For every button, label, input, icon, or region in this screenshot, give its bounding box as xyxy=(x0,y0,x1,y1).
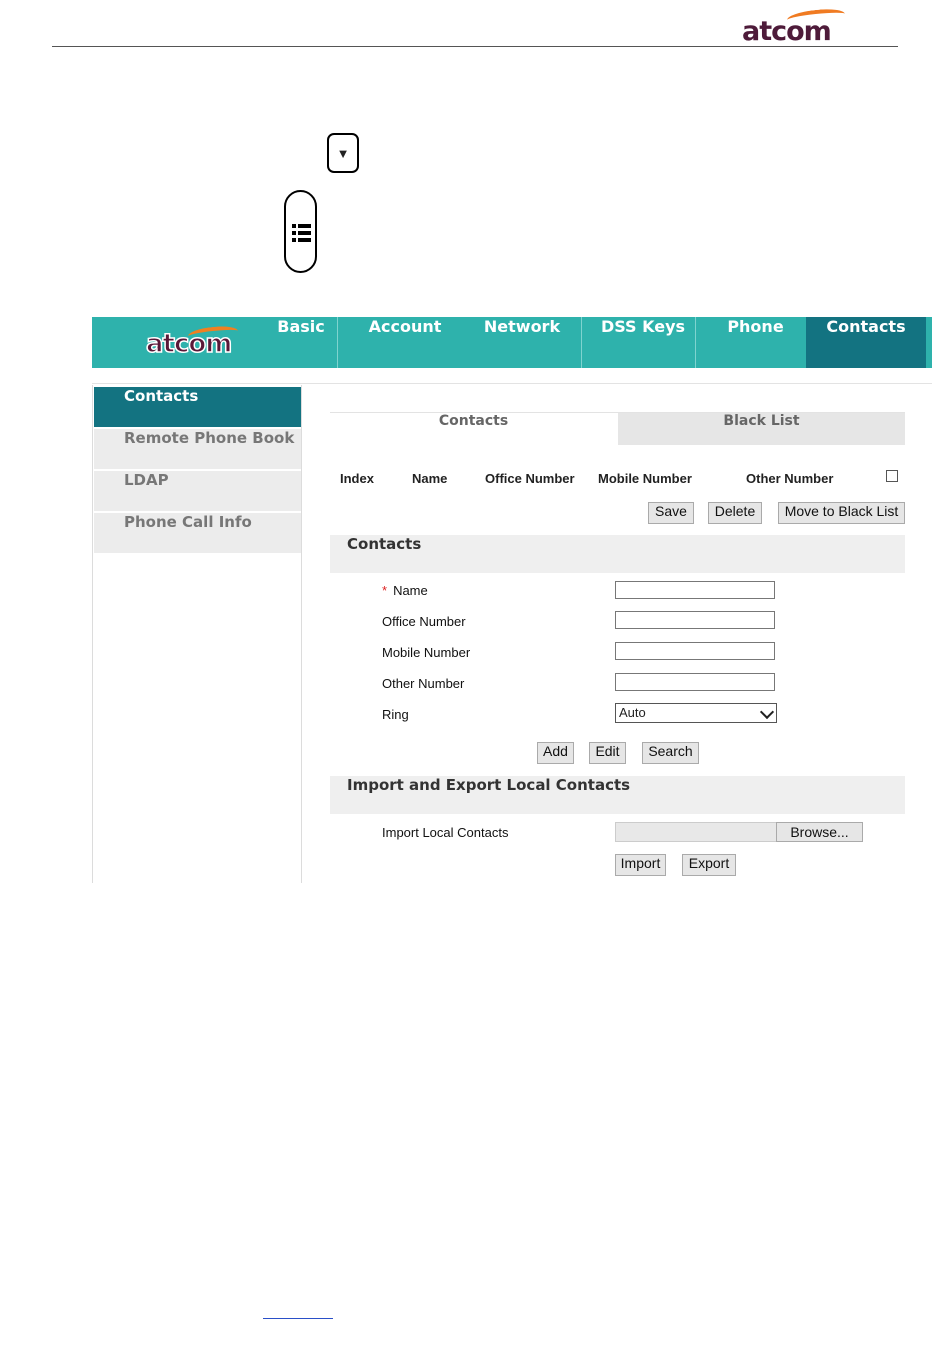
office-number-input[interactable] xyxy=(615,611,775,629)
export-button[interactable]: Export xyxy=(682,854,736,876)
file-path-field[interactable] xyxy=(615,822,777,842)
browse-button[interactable]: Browse... xyxy=(776,822,863,842)
move-to-black-list-button[interactable]: Move to Black List xyxy=(778,502,905,524)
logo-text: atcom xyxy=(145,328,233,360)
nav-tab-basic[interactable]: Basic xyxy=(264,317,338,368)
down-key-icon: ▼ xyxy=(327,133,359,173)
document-atcom-logo: atcom xyxy=(742,7,847,47)
mobile-number-input[interactable] xyxy=(615,642,775,660)
menu-key-icon xyxy=(284,190,317,273)
ring-select[interactable]: Auto xyxy=(615,703,777,723)
delete-button[interactable]: Delete xyxy=(708,502,762,524)
section-header-contacts: Contacts xyxy=(330,535,905,573)
column-header-mobile-number: Mobile Number xyxy=(598,471,692,486)
atcom-logo: atcom xyxy=(144,323,244,363)
web-ui-screenshot: atcom Basic Account Network DSS Keys Pho… xyxy=(92,317,932,883)
sidebar-item-phone-call-info[interactable]: Phone Call Info xyxy=(94,513,301,553)
field-label-office-number: Office Number xyxy=(382,614,466,629)
sub-tab-bar: Contacts Black List xyxy=(330,412,905,445)
ring-select-value: Auto xyxy=(619,705,646,720)
link-underline[interactable] xyxy=(263,1318,333,1319)
field-label-ring: Ring xyxy=(382,707,409,722)
divider xyxy=(92,383,932,384)
section-header-import-export: Import and Export Local Contacts xyxy=(330,776,905,814)
sidebar-item-ldap[interactable]: LDAP xyxy=(94,471,301,511)
nav-tab-contacts[interactable]: Contacts xyxy=(806,317,926,368)
column-header-office-number: Office Number xyxy=(485,471,575,486)
sidebar-item-contacts[interactable]: Contacts xyxy=(94,387,301,427)
column-header-other-number: Other Number xyxy=(746,471,834,486)
header-rule xyxy=(52,46,898,47)
select-all-checkbox[interactable] xyxy=(886,470,898,482)
field-label-text: Name xyxy=(393,583,428,598)
nav-tab-account[interactable]: Account xyxy=(350,317,460,368)
sidebar-item-remote-phone-book[interactable]: Remote Phone Book xyxy=(94,429,301,469)
required-mark: * xyxy=(382,583,388,598)
sidebar-right-border xyxy=(301,385,302,883)
list-icon xyxy=(292,224,311,242)
search-button[interactable]: Search xyxy=(642,742,699,764)
name-input[interactable] xyxy=(615,581,775,599)
import-button[interactable]: Import xyxy=(615,854,666,876)
nav-tab-dss-keys[interactable]: DSS Keys xyxy=(588,317,698,368)
nav-tab-phone[interactable]: Phone xyxy=(702,317,809,368)
edit-button[interactable]: Edit xyxy=(589,742,626,764)
top-nav-bar: atcom Basic Account Network DSS Keys Pho… xyxy=(92,317,932,368)
nav-tab-network[interactable]: Network xyxy=(467,317,577,368)
tab-black-list[interactable]: Black List xyxy=(618,413,905,445)
field-label-other-number: Other Number xyxy=(382,676,465,691)
field-label-import-local-contacts: Import Local Contacts xyxy=(382,825,509,840)
column-header-index: Index xyxy=(340,471,374,486)
chevron-down-icon xyxy=(759,704,775,720)
field-label-mobile-number: Mobile Number xyxy=(382,645,471,660)
nav-divider xyxy=(581,317,582,368)
nav-divider xyxy=(337,317,338,368)
nav-divider xyxy=(695,317,696,368)
add-button[interactable]: Add xyxy=(537,742,574,764)
logo-text: atcom xyxy=(742,16,832,47)
save-button[interactable]: Save xyxy=(648,502,694,524)
column-header-name: Name xyxy=(412,471,448,486)
sidebar-left-border xyxy=(92,385,93,883)
other-number-input[interactable] xyxy=(615,673,775,691)
field-label-name: * Name xyxy=(382,583,428,598)
tab-contacts[interactable]: Contacts xyxy=(330,413,617,445)
